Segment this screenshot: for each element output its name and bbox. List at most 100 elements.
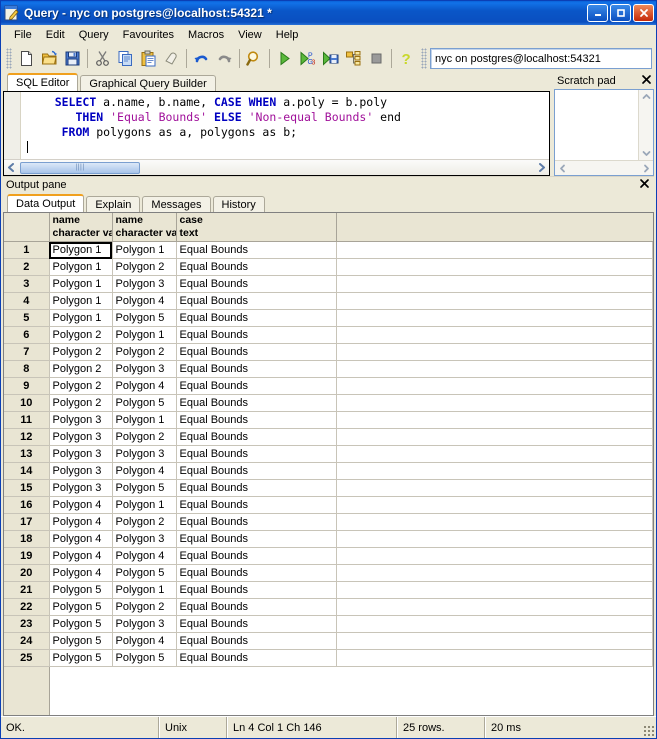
cell-name-b[interactable]: Polygon 2 xyxy=(112,258,177,276)
cell-case[interactable]: Equal Bounds xyxy=(176,632,337,650)
cell-case[interactable]: Equal Bounds xyxy=(176,513,337,531)
cell-name-b[interactable]: Polygon 4 xyxy=(112,547,177,565)
toolbar-grip[interactable] xyxy=(421,48,427,69)
tab-explain[interactable]: Explain xyxy=(86,196,141,212)
tab-graphical-query-builder[interactable]: Graphical Query Builder xyxy=(80,75,216,91)
tab-history[interactable]: History xyxy=(212,196,265,212)
cell-name-b[interactable]: Polygon 5 xyxy=(112,649,177,667)
undo-icon[interactable] xyxy=(190,47,213,70)
tab-sql-editor[interactable]: SQL Editor xyxy=(7,73,79,91)
execute-query-icon[interactable] xyxy=(273,47,296,70)
cell-case[interactable]: Equal Bounds xyxy=(176,581,337,599)
table-row[interactable]: 3 Polygon 1 Polygon 3 Equal Bounds xyxy=(4,275,653,293)
table-row[interactable]: 13 Polygon 3 Polygon 3 Equal Bounds xyxy=(4,445,653,463)
sql-editor[interactable]: SELECT a.name, b.name, CASE WHEN a.poly … xyxy=(3,91,550,176)
table-row[interactable]: 18 Polygon 4 Polygon 3 Equal Bounds xyxy=(4,530,653,548)
output-pane-close-icon[interactable] xyxy=(639,178,650,192)
cut-icon[interactable] xyxy=(91,47,114,70)
cell-name-b[interactable]: Polygon 2 xyxy=(112,598,177,616)
cell-case[interactable]: Equal Bounds xyxy=(176,275,337,293)
table-row[interactable]: 1 Polygon 1 Polygon 1 Equal Bounds xyxy=(4,241,653,259)
table-row[interactable]: 11 Polygon 3 Polygon 1 Equal Bounds xyxy=(4,411,653,429)
cell-name-b[interactable]: Polygon 2 xyxy=(112,513,177,531)
cell-name-a[interactable]: Polygon 2 xyxy=(49,377,113,395)
cell-name-b[interactable]: Polygon 1 xyxy=(112,241,177,259)
cell-name-a[interactable]: Polygon 2 xyxy=(49,326,113,344)
row-number[interactable]: 11 xyxy=(4,411,50,429)
menu-file[interactable]: File xyxy=(7,27,39,43)
cell-case[interactable]: Equal Bounds xyxy=(176,394,337,412)
resize-grip[interactable] xyxy=(643,725,655,737)
scratch-pad-hscrollbar[interactable] xyxy=(555,160,653,175)
row-number[interactable]: 13 xyxy=(4,445,50,463)
cell-name-b[interactable]: Polygon 1 xyxy=(112,496,177,514)
table-row[interactable]: 19 Polygon 4 Polygon 4 Equal Bounds xyxy=(4,547,653,565)
cell-case[interactable]: Equal Bounds xyxy=(176,258,337,276)
explain-analyze-icon[interactable] xyxy=(342,47,365,70)
table-row[interactable]: 2 Polygon 1 Polygon 2 Equal Bounds xyxy=(4,258,653,276)
table-row[interactable]: 6 Polygon 2 Polygon 1 Equal Bounds xyxy=(4,326,653,344)
cell-name-a[interactable]: Polygon 3 xyxy=(49,428,113,446)
cell-name-a[interactable]: Polygon 1 xyxy=(49,292,113,310)
find-icon[interactable] xyxy=(243,47,266,70)
cell-name-a[interactable]: Polygon 5 xyxy=(49,598,113,616)
scratch-pad-input[interactable] xyxy=(555,90,638,160)
cell-name-b[interactable]: Polygon 3 xyxy=(112,530,177,548)
stop-query-icon[interactable] xyxy=(365,47,388,70)
table-row[interactable]: 24 Polygon 5 Polygon 4 Equal Bounds xyxy=(4,632,653,650)
menu-view[interactable]: View xyxy=(231,27,269,43)
row-number[interactable]: 2 xyxy=(4,258,50,276)
table-row[interactable]: 5 Polygon 1 Polygon 5 Equal Bounds xyxy=(4,309,653,327)
row-number[interactable]: 18 xyxy=(4,530,50,548)
scroll-up-icon[interactable] xyxy=(639,90,653,103)
cell-name-b[interactable]: Polygon 3 xyxy=(112,615,177,633)
explain-query-icon[interactable]: PG3 xyxy=(296,47,319,70)
cell-name-a[interactable]: Polygon 1 xyxy=(49,309,113,327)
menu-macros[interactable]: Macros xyxy=(181,27,231,43)
row-number[interactable]: 12 xyxy=(4,428,50,446)
cell-case[interactable]: Equal Bounds xyxy=(176,496,337,514)
row-number[interactable]: 5 xyxy=(4,309,50,327)
cell-name-a[interactable]: Polygon 1 xyxy=(49,275,113,293)
cell-case[interactable]: Equal Bounds xyxy=(176,428,337,446)
cell-case[interactable]: Equal Bounds xyxy=(176,649,337,667)
row-number[interactable]: 17 xyxy=(4,513,50,531)
cell-name-a[interactable]: Polygon 4 xyxy=(49,564,113,582)
connection-select[interactable]: nyc on postgres@localhost:54321 xyxy=(430,48,652,69)
cell-name-b[interactable]: Polygon 1 xyxy=(112,581,177,599)
cell-case[interactable]: Equal Bounds xyxy=(176,598,337,616)
table-row[interactable]: 10 Polygon 2 Polygon 5 Equal Bounds xyxy=(4,394,653,412)
column-header-name-2[interactable]: name character var xyxy=(112,213,177,242)
cell-case[interactable]: Equal Bounds xyxy=(176,445,337,463)
table-row[interactable]: 21 Polygon 5 Polygon 1 Equal Bounds xyxy=(4,581,653,599)
paste-icon[interactable] xyxy=(137,47,160,70)
cell-case[interactable]: Equal Bounds xyxy=(176,411,337,429)
execute-to-file-icon[interactable] xyxy=(319,47,342,70)
cell-case[interactable]: Equal Bounds xyxy=(176,479,337,497)
cell-case[interactable]: Equal Bounds xyxy=(176,564,337,582)
row-number[interactable]: 6 xyxy=(4,326,50,344)
table-row[interactable]: 7 Polygon 2 Polygon 2 Equal Bounds xyxy=(4,343,653,361)
tab-data-output[interactable]: Data Output xyxy=(7,194,85,212)
row-number[interactable]: 16 xyxy=(4,496,50,514)
row-number[interactable]: 14 xyxy=(4,462,50,480)
cell-name-b[interactable]: Polygon 5 xyxy=(112,309,177,327)
cell-case[interactable]: Equal Bounds xyxy=(176,241,337,259)
cell-case[interactable]: Equal Bounds xyxy=(176,615,337,633)
cell-case[interactable]: Equal Bounds xyxy=(176,547,337,565)
row-number[interactable]: 20 xyxy=(4,564,50,582)
cell-name-a[interactable]: Polygon 5 xyxy=(49,632,113,650)
table-row[interactable]: 8 Polygon 2 Polygon 3 Equal Bounds xyxy=(4,360,653,378)
row-number[interactable]: 24 xyxy=(4,632,50,650)
cell-name-b[interactable]: Polygon 1 xyxy=(112,326,177,344)
maximize-button[interactable] xyxy=(610,4,631,22)
cell-name-b[interactable]: Polygon 1 xyxy=(112,411,177,429)
cell-name-b[interactable]: Polygon 3 xyxy=(112,445,177,463)
row-number[interactable]: 1 xyxy=(4,241,50,259)
row-number[interactable]: 8 xyxy=(4,360,50,378)
row-number[interactable]: 7 xyxy=(4,343,50,361)
cell-name-a[interactable]: Polygon 2 xyxy=(49,394,113,412)
scroll-down-icon[interactable] xyxy=(639,147,653,160)
cell-name-b[interactable]: Polygon 5 xyxy=(112,394,177,412)
row-number[interactable]: 9 xyxy=(4,377,50,395)
